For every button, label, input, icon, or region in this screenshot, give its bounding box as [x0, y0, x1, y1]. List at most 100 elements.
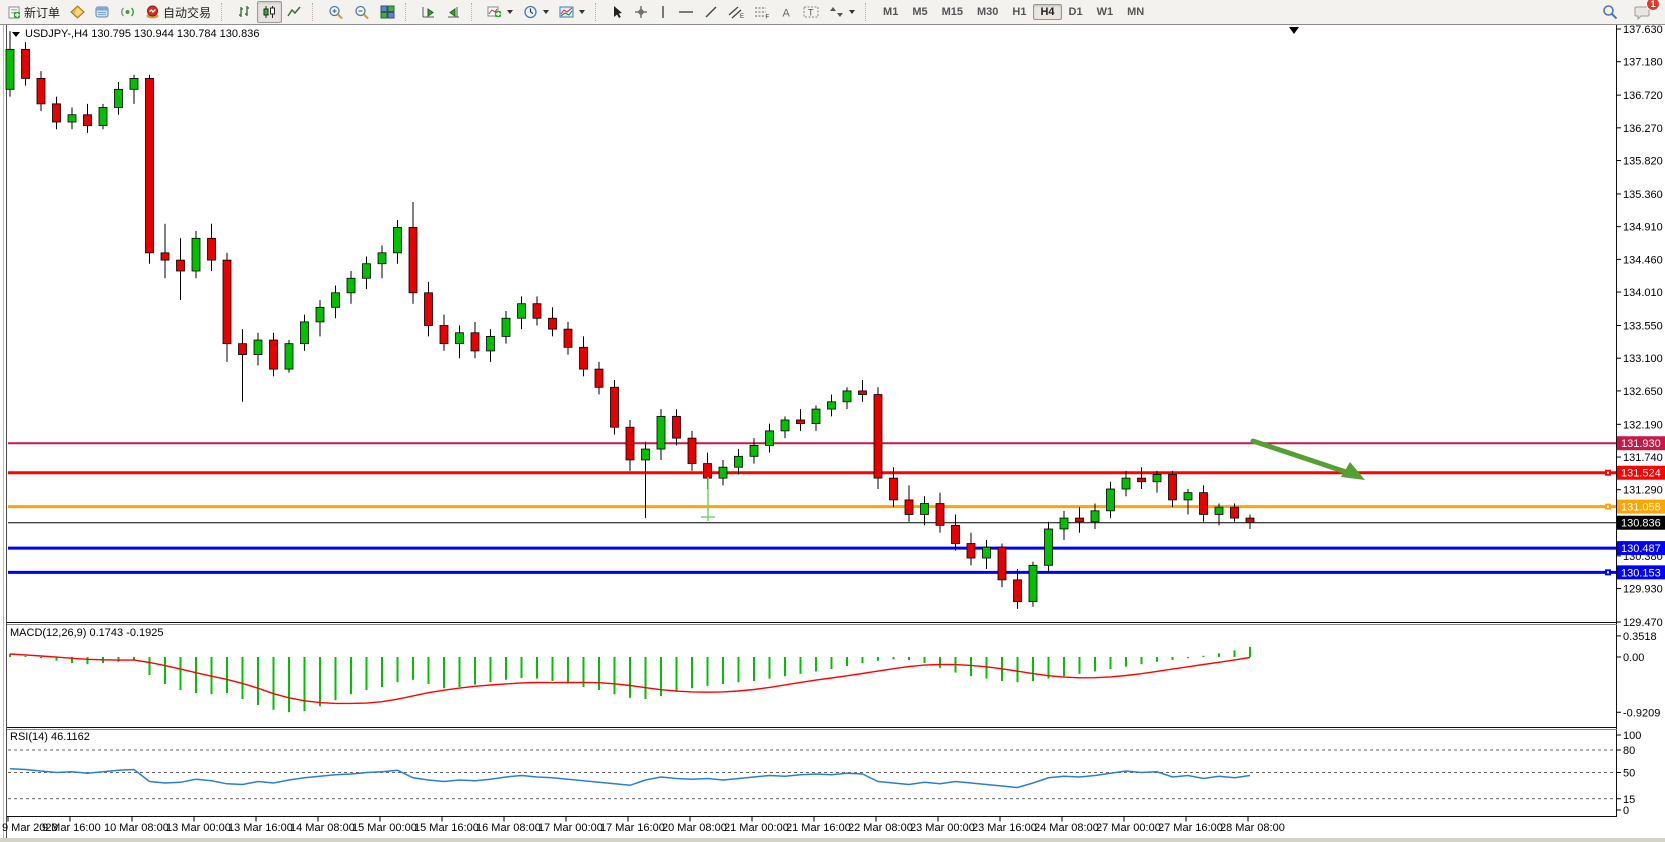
notifications-button[interactable]: 1 [1629, 1, 1655, 23]
tf-button-M5[interactable]: M5 [905, 4, 934, 20]
search-icon [1602, 4, 1618, 20]
tile-windows-button[interactable] [375, 1, 400, 23]
candle-body [1200, 493, 1208, 515]
tf-button-M30[interactable]: M30 [970, 4, 1005, 20]
time-tick-label: 28 Mar 08:00 [1220, 822, 1285, 834]
candle-body [1184, 493, 1192, 500]
zoom-out-button[interactable] [349, 1, 375, 23]
candle-body [456, 333, 464, 344]
chart-shift-button[interactable] [441, 1, 466, 23]
arrows-dropdown-icon[interactable] [849, 10, 855, 14]
zoom-out-icon [354, 5, 370, 20]
candle-body [378, 253, 386, 264]
toolbar-group-trade: 新订单 自动交易 [0, 1, 219, 23]
text-label-button[interactable]: T [798, 1, 824, 23]
crosshair-button[interactable] [629, 1, 653, 23]
time-tick-label: 27 Mar 00:00 [1096, 822, 1161, 834]
bar-chart-icon [237, 5, 252, 19]
fibonacci-icon: F [754, 5, 770, 19]
text-button[interactable]: A [775, 1, 798, 23]
arrows-button[interactable] [824, 1, 860, 23]
price-label-text: 130.487 [1621, 543, 1661, 555]
line-handle-dot [1607, 571, 1609, 573]
indicators-button[interactable] [482, 1, 518, 23]
price-tick-label: 129.930 [1623, 584, 1663, 596]
candle-body [533, 304, 541, 319]
tf-button-W1[interactable]: W1 [1090, 4, 1121, 20]
tf-button-D1[interactable]: D1 [1062, 4, 1090, 20]
candle-body [99, 107, 107, 125]
candle-body [936, 504, 944, 526]
tf-button-H4[interactable]: H4 [1033, 4, 1061, 20]
price-tick-label: 133.550 [1623, 321, 1663, 333]
vertical-line-button[interactable] [653, 1, 673, 23]
candle-body [843, 391, 851, 402]
templates-dropdown-icon[interactable] [579, 10, 585, 14]
candlestick-chart-button[interactable] [257, 1, 282, 23]
toolbar-group-scroll [413, 1, 469, 23]
candle-body [626, 427, 634, 460]
price-tick-label: 137.180 [1623, 57, 1663, 69]
line-chart-button[interactable] [282, 1, 307, 23]
candle-body [781, 420, 789, 431]
toolbar-separator [865, 3, 871, 21]
cursor-button[interactable] [606, 1, 629, 23]
candle-body [440, 326, 448, 344]
templates-icon [559, 5, 574, 19]
bar-chart-button[interactable] [232, 1, 257, 23]
candle-body [874, 395, 882, 479]
price-tick-label: 131.740 [1623, 452, 1663, 464]
chart-ohlc-title[interactable]: USDJPY-,H4 130.795 130.944 130.784 130.8… [12, 28, 259, 40]
signals-button[interactable] [115, 1, 140, 23]
periods-button[interactable] [518, 1, 554, 23]
time-tick-label: 13 Mar 00:00 [166, 822, 231, 834]
equidistant-channel-button[interactable]: E [723, 1, 749, 23]
tf-button-M1[interactable]: M1 [876, 4, 905, 20]
data-window-button[interactable] [90, 1, 115, 23]
indicators-dropdown-icon[interactable] [507, 10, 513, 14]
candle-body [549, 318, 557, 329]
search-button[interactable] [1597, 1, 1623, 23]
candle-body [518, 304, 526, 319]
chart-dropdown-icon[interactable] [12, 32, 20, 37]
candle-body [161, 253, 169, 260]
window-bottom-edge [0, 838, 1665, 842]
autotrading-button[interactable]: 自动交易 [140, 1, 216, 23]
time-tick-label: 16 Mar 08:00 [476, 822, 541, 834]
candle-body [22, 49, 30, 78]
candle-body [1138, 478, 1146, 482]
fibonacci-button[interactable]: F [749, 1, 775, 23]
time-tick-label: 13 Mar 16:00 [228, 822, 293, 834]
price-tick-label: 136.270 [1623, 123, 1663, 135]
price-tick-label: 137.630 [1623, 24, 1663, 36]
signals-sonar-icon [120, 5, 135, 19]
price-tick-label: 129.470 [1623, 617, 1663, 629]
candle-body [254, 340, 262, 355]
candle-body [595, 369, 603, 387]
tf-button-H1[interactable]: H1 [1005, 4, 1033, 20]
horizontal-line-button[interactable] [673, 1, 699, 23]
candle-body [719, 467, 727, 478]
time-tick-label: 22 Mar 08:00 [848, 822, 913, 834]
tf-button-M15[interactable]: M15 [935, 4, 970, 20]
market-button[interactable] [65, 1, 90, 23]
line-handle-dot [1607, 472, 1609, 474]
svg-text:F: F [766, 15, 770, 20]
candle-body [146, 78, 154, 252]
market-diamond-icon [70, 5, 85, 19]
chart-canvas[interactable]: 137.630137.180136.720136.270135.820135.3… [0, 0, 1665, 842]
zoom-in-button[interactable] [323, 1, 349, 23]
templates-button[interactable] [554, 1, 590, 23]
tf-button-MN[interactable]: MN [1120, 4, 1151, 20]
time-tick-label: 17 Mar 16:00 [600, 822, 665, 834]
time-tick-label: 20 Mar 08:00 [662, 822, 727, 834]
periods-dropdown-icon[interactable] [543, 10, 549, 14]
candle-body [425, 293, 433, 326]
toolbar-group-objects: E F A T [603, 1, 863, 23]
auto-scroll-button[interactable] [416, 1, 441, 23]
candle-body [1076, 518, 1084, 522]
trendline-button[interactable] [699, 1, 723, 23]
new-order-button[interactable]: 新订单 [3, 1, 65, 23]
time-tick-label: 23 Mar 16:00 [972, 822, 1037, 834]
svg-text:A: A [783, 8, 791, 20]
